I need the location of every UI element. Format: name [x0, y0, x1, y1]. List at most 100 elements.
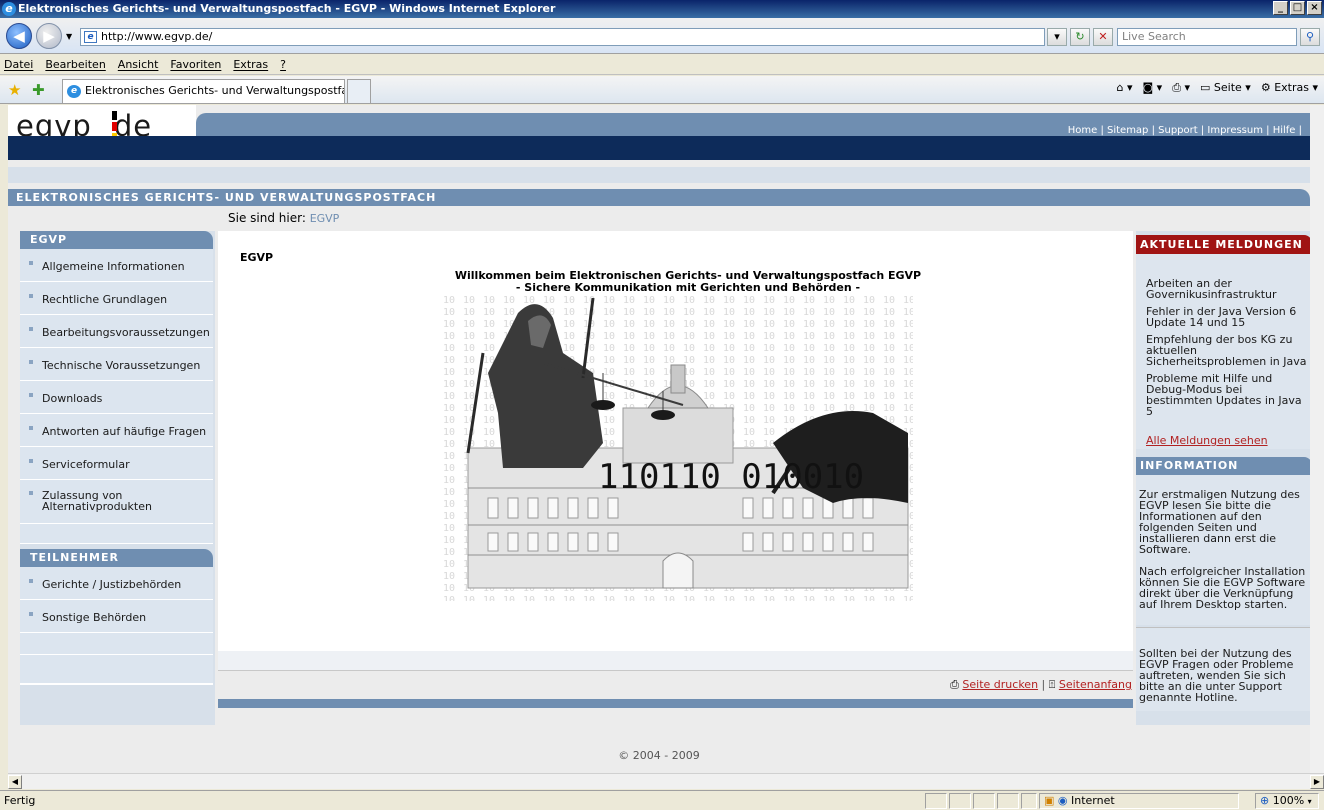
all-news-link[interactable]: Alle Meldungen sehen: [1146, 435, 1308, 446]
nav-item-technische-voraussetzungen[interactable]: Technische Voraussetzungen: [20, 348, 213, 381]
status-cell: [997, 793, 1019, 809]
add-favorite-icon[interactable]: ✚: [32, 81, 45, 99]
breadcrumb-current[interactable]: EGVP: [310, 212, 340, 225]
nav-item-label: Technische Voraussetzungen: [42, 359, 201, 372]
back-button[interactable]: ◀: [6, 23, 32, 49]
zoom-icon: ⊕: [1260, 794, 1270, 807]
new-tab-button[interactable]: [347, 79, 371, 103]
address-dropdown-button[interactable]: ▾: [1047, 28, 1067, 46]
zoom-control[interactable]: ⊕ 100% ▾: [1255, 793, 1319, 809]
header-links[interactable]: Home | Sitemap | Support | Impressum | H…: [1068, 125, 1302, 136]
breadcrumb: Sie sind hier: EGVP: [228, 211, 339, 225]
info-paragraph: Sollten bei der Nutzung des EGVP Fragen …: [1139, 647, 1294, 704]
page-tools: ⎙ Seite drucken | ⍐ Seitenanfang: [950, 678, 1132, 692]
news-box: Arbeiten an der Governikusinfrastruktur …: [1136, 254, 1310, 449]
vertical-scrollbar[interactable]: [1310, 105, 1324, 773]
bullet-icon: [29, 327, 33, 331]
menu-bearbeiten[interactable]: Bearbeiten: [45, 58, 105, 71]
protected-mode-icon: ▣: [1044, 794, 1055, 807]
scroll-right-icon[interactable]: ▶: [1310, 775, 1324, 789]
search-input[interactable]: Live Search: [1117, 28, 1297, 46]
nav-item-sonstige-behoerden[interactable]: Sonstige Behörden: [20, 600, 213, 633]
menu-help[interactable]: ?: [280, 58, 286, 71]
bullet-icon: [29, 459, 33, 463]
hero-image: 10: [443, 293, 913, 601]
nav-item-allgemeine-informationen[interactable]: Allgemeine Informationen: [20, 249, 213, 282]
browser-tab[interactable]: e Elektronisches Gerichts- und Verwaltun…: [62, 79, 345, 103]
tab-title: Elektronisches Gerichts- und Verwaltungs…: [85, 84, 344, 97]
minimize-button[interactable]: _: [1273, 1, 1288, 15]
zoom-dropdown-icon: ▾: [1307, 797, 1312, 806]
search-icon[interactable]: ⚲: [1300, 28, 1320, 46]
zone-indicator[interactable]: ▣ ◉ Internet: [1039, 793, 1239, 809]
maximize-button[interactable]: □: [1290, 1, 1305, 15]
nav-item-label: Antworten auf häufige Fragen: [42, 425, 207, 438]
nav-item-downloads[interactable]: Downloads: [20, 381, 213, 414]
bullet-icon: [29, 393, 33, 397]
favorites-star-icon[interactable]: ★: [8, 81, 21, 99]
zone-label: Internet: [1071, 794, 1115, 807]
breadcrumb-label: Sie sind hier:: [228, 211, 306, 225]
tools-menu-label: Extras: [1274, 81, 1309, 94]
nav-item-bearbeitungsvoraussetzungen[interactable]: Bearbeitungsvoraussetzungen: [20, 315, 213, 348]
separator: |: [1041, 678, 1049, 691]
info-heading: INFORMATION: [1136, 457, 1310, 475]
nav-spacer: [20, 524, 213, 544]
bullet-icon: [29, 612, 33, 616]
nav-item-gerichte[interactable]: Gerichte / Justizbehörden: [20, 567, 213, 600]
menu-datei[interactable]: Datei: [4, 58, 33, 71]
page-menu-label: Seite: [1213, 81, 1242, 94]
nav-item-serviceformular[interactable]: Serviceformular: [20, 447, 213, 480]
globe-icon: ◉: [1057, 794, 1068, 807]
page-top-icon[interactable]: ⍐: [1049, 678, 1056, 691]
nav-item-label: Serviceformular: [42, 458, 130, 471]
info-box: Zur erstmaligen Nutzung des EGVP lesen S…: [1136, 475, 1310, 625]
zoom-label: 100%: [1272, 794, 1305, 807]
nav-item-rechtliche-grundlagen[interactable]: Rechtliche Grundlagen: [20, 282, 213, 315]
nav-item-faq[interactable]: Antworten auf häufige Fragen: [20, 414, 213, 447]
menu-bar: Datei Bearbeiten Ansicht Favoriten Extra…: [0, 55, 1324, 75]
page-title: EGVP: [240, 251, 274, 264]
menu-extras[interactable]: Extras: [233, 58, 268, 71]
print-page-link[interactable]: Seite drucken: [962, 678, 1038, 691]
news-item[interactable]: Arbeiten an der Governikusinfrastruktur: [1146, 278, 1308, 300]
window-titlebar: e Elektronisches Gerichts- und Verwaltun…: [0, 0, 1324, 18]
tools-menu[interactable]: ⚙ Extras ▾: [1261, 81, 1318, 95]
address-input[interactable]: e http://www.egvp.de/: [80, 28, 1045, 46]
logo-flag-red: [112, 122, 117, 131]
close-button[interactable]: ×: [1307, 1, 1322, 15]
hero-binary-text: 110110 010010: [598, 457, 864, 497]
menu-favoriten[interactable]: Favoriten: [170, 58, 221, 71]
site-title: ELEKTRONISCHES GERICHTS- UND VERWALTUNGS…: [8, 189, 1310, 206]
main-footer-strip: [218, 651, 1133, 671]
news-item[interactable]: Fehler in der Java Version 6 Update 14 u…: [1146, 306, 1308, 328]
news-item[interactable]: Probleme mit Hilfe und Debug-Modus bei b…: [1146, 373, 1308, 417]
history-dropdown-icon[interactable]: ▼: [66, 32, 72, 41]
bullet-icon: [29, 579, 33, 583]
page-top-link[interactable]: Seitenanfang: [1059, 678, 1132, 691]
bullet-icon: [29, 426, 33, 430]
page-menu[interactable]: ▭ Seite ▾: [1200, 81, 1251, 95]
status-cell: [949, 793, 971, 809]
logo-flag-black: [112, 111, 117, 120]
forward-button[interactable]: ▶: [36, 23, 62, 49]
feeds-icon[interactable]: ◙ ▾: [1142, 81, 1162, 95]
horizontal-scrollbar[interactable]: ◀ ▶: [8, 773, 1324, 789]
print-icon[interactable]: ⎙ ▾: [1172, 81, 1190, 95]
stop-icon[interactable]: ✕: [1093, 28, 1113, 46]
refresh-icon[interactable]: ↻: [1070, 28, 1090, 46]
status-cell: [1021, 793, 1037, 809]
nav-item-alternativprodukte[interactable]: Zulassung von Alternativprodukten: [20, 480, 213, 524]
menu-ansicht[interactable]: Ansicht: [118, 58, 159, 71]
print-page-icon[interactable]: ⎙: [950, 678, 959, 691]
nav-item-label: Sonstige Behörden: [42, 611, 147, 624]
tab-bar: ★ ✚ e Elektronisches Gerichts- und Verwa…: [0, 76, 1324, 104]
news-item[interactable]: Empfehlung der bos KG zu aktuellen Siche…: [1146, 334, 1308, 367]
command-bar: ⌂ ▾ ◙ ▾ ⎙ ▾ ▭ Seite ▾ ⚙ Extras ▾: [1116, 81, 1318, 95]
home-icon[interactable]: ⌂ ▾: [1116, 81, 1132, 95]
nav-spacer: [20, 655, 213, 685]
scroll-left-icon[interactable]: ◀: [8, 775, 22, 789]
copyright: © 2004 - 2009: [618, 749, 700, 762]
address-text: http://www.egvp.de/: [101, 30, 213, 43]
bullet-icon: [29, 261, 33, 265]
